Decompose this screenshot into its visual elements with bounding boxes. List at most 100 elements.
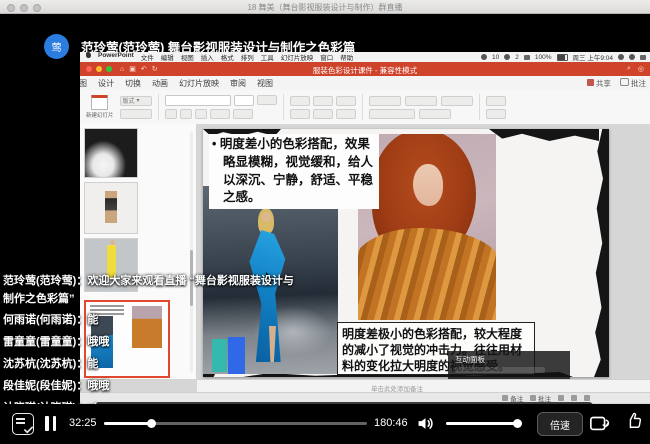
insert-textbox-dropdown[interactable] (441, 96, 473, 106)
font-name-box[interactable] (165, 95, 231, 106)
menu-help[interactable]: 帮助 (340, 52, 353, 62)
menu-format[interactable]: 格式 (221, 52, 234, 62)
volume-icon[interactable] (416, 415, 435, 432)
undo-icon[interactable]: ↶ (141, 65, 147, 73)
thumbs-up-button[interactable] (625, 411, 645, 431)
save-icon[interactable]: ▣ (129, 65, 136, 73)
orange-ruffle-blouse (358, 228, 496, 320)
tab-slideshow[interactable]: 幻灯片放映 (179, 78, 219, 89)
tab-transitions[interactable]: 切换 (125, 78, 141, 89)
ribbon-toolbar: 新建幻灯片 版式 ▾ (80, 90, 650, 125)
line-spacing-button[interactable] (336, 109, 356, 119)
arrange-dropdown[interactable] (369, 109, 415, 119)
numbering-button[interactable] (313, 96, 333, 106)
home-icon[interactable]: ⌂ (120, 66, 124, 73)
notes-pane[interactable]: 单击此处添加备注 (197, 379, 650, 393)
tab-review[interactable]: 审阅 (230, 78, 246, 89)
tab-animations[interactable]: 动画 (152, 78, 168, 89)
portrait-face (413, 164, 443, 206)
control-center-icon[interactable] (629, 54, 635, 60)
quick-styles-dropdown[interactable] (419, 109, 451, 119)
underline-button[interactable] (195, 109, 207, 119)
video-area[interactable]: 莺 范玲莺(范玲莺) 舞台影视服装设计与制作之色彩篇 PowerPoint 文件… (0, 14, 650, 404)
interaction-panel-title: 互动面板 (455, 354, 485, 365)
volume-handle[interactable] (513, 419, 522, 428)
slide-thumbnail[interactable] (84, 182, 138, 234)
align-left-button[interactable] (290, 109, 310, 119)
screen-share-icon[interactable] (524, 55, 530, 60)
menu-insert[interactable]: 插入 (201, 52, 214, 62)
rotate-screen-button[interactable] (588, 412, 612, 434)
menu-file[interactable]: 文件 (141, 52, 154, 62)
quick-access-toolbar[interactable]: ⌂ ▣ ↶ ↻ (120, 65, 158, 73)
color-swatch-teal[interactable] (212, 339, 227, 372)
tab-view[interactable]: 视图 (257, 78, 273, 89)
font-size-box[interactable] (234, 95, 254, 106)
insert-shape-dropdown[interactable] (405, 96, 437, 106)
reset-button[interactable] (120, 109, 152, 119)
slide-thumbnail[interactable] (84, 128, 138, 178)
highlight-button[interactable] (233, 109, 253, 119)
grid-view-icon[interactable] (571, 395, 577, 401)
playback-speed-button[interactable]: 倍速 (537, 412, 583, 436)
streamer-avatar[interactable]: 莺 (44, 34, 69, 59)
ppt-window-controls[interactable] (86, 66, 112, 72)
indent-button[interactable] (336, 96, 356, 106)
tab-draw[interactable]: 绘图 (80, 78, 87, 89)
redo-icon[interactable]: ↻ (152, 65, 158, 73)
check-icon (23, 424, 34, 435)
font-color-button[interactable] (210, 109, 230, 119)
align-center-button[interactable] (313, 109, 333, 119)
badge-count: 2 (515, 54, 519, 61)
bold-button[interactable] (165, 109, 177, 119)
ppt-account-icon[interactable]: ◎ (638, 65, 644, 73)
ppt-zoom-icon[interactable] (106, 66, 112, 72)
progress-bar[interactable] (104, 422, 367, 425)
notification-icon[interactable] (481, 54, 487, 60)
insert-picture-dropdown[interactable] (369, 96, 401, 106)
menu-window[interactable]: 窗口 (320, 52, 333, 62)
spotlight-search-icon[interactable] (618, 54, 624, 60)
panel-scrollbar[interactable] (190, 132, 193, 372)
comments-button[interactable]: 批注 (620, 78, 646, 89)
interaction-panel[interactable]: 互动面板 (448, 351, 570, 379)
menu-slideshow[interactable]: 幻灯片放映 (281, 52, 314, 62)
menu-tools[interactable]: 工具 (261, 52, 274, 62)
status-badge-icon[interactable] (504, 54, 510, 60)
ppt-close-icon[interactable] (86, 66, 92, 72)
divider (479, 94, 480, 120)
chat-message: 段佳妮(段佳妮)：哦哦 (3, 377, 109, 393)
layout-dropdown[interactable]: 版式 ▾ (120, 96, 152, 106)
pause-button[interactable] (45, 416, 56, 431)
menubar-clock[interactable]: 周三 上午9:04 (573, 52, 613, 62)
grow-font-button[interactable] (257, 95, 277, 105)
normal-view-icon[interactable] (558, 395, 564, 401)
slideshow-view-icon[interactable] (584, 395, 590, 401)
volume-slider[interactable] (446, 422, 522, 425)
interaction-panel-stats (455, 367, 545, 373)
progress-handle[interactable] (147, 419, 156, 428)
grunge-border (594, 129, 609, 377)
current-slide[interactable]: • 明度差小的色彩搭配，效果略显模糊，视觉缓和，给人以深沉、宁静，舒适、平稳之感… (203, 129, 609, 377)
menu-edit[interactable]: 编辑 (161, 52, 174, 62)
menu-arrange[interactable]: 排列 (241, 52, 254, 62)
format-pane-button[interactable] (486, 96, 506, 106)
slide-textbox-top[interactable]: • 明度差小的色彩搭配，效果略显模糊，视觉缓和，给人以深沉、宁静，舒适、平稳之感… (209, 134, 379, 209)
designer-button[interactable] (486, 109, 506, 119)
chat-list-toggle-button[interactable] (12, 413, 34, 435)
tab-design[interactable]: 设计 (98, 78, 114, 89)
notes-icon (502, 395, 508, 401)
color-swatch-blue[interactable] (228, 337, 245, 374)
menu-view[interactable]: 视图 (181, 52, 194, 62)
new-slide-icon (91, 95, 108, 110)
bullets-button[interactable] (290, 96, 310, 106)
apple-logo-icon[interactable] (86, 52, 91, 58)
ppt-search-icon[interactable]: ⌕ (627, 65, 631, 73)
share-button[interactable]: 共享 (587, 78, 611, 89)
menu-app-name[interactable]: PowerPoint (98, 52, 134, 62)
ppt-titlebar: ⌂ ▣ ↶ ↻ 服装色彩设计课件 - 兼容性模式 ⌕ ◎ (80, 62, 650, 76)
new-slide-button[interactable]: 新建幻灯片 (86, 95, 114, 119)
menu-list-icon[interactable] (640, 55, 646, 60)
italic-button[interactable] (180, 109, 192, 119)
ppt-minimize-icon[interactable] (96, 66, 102, 72)
